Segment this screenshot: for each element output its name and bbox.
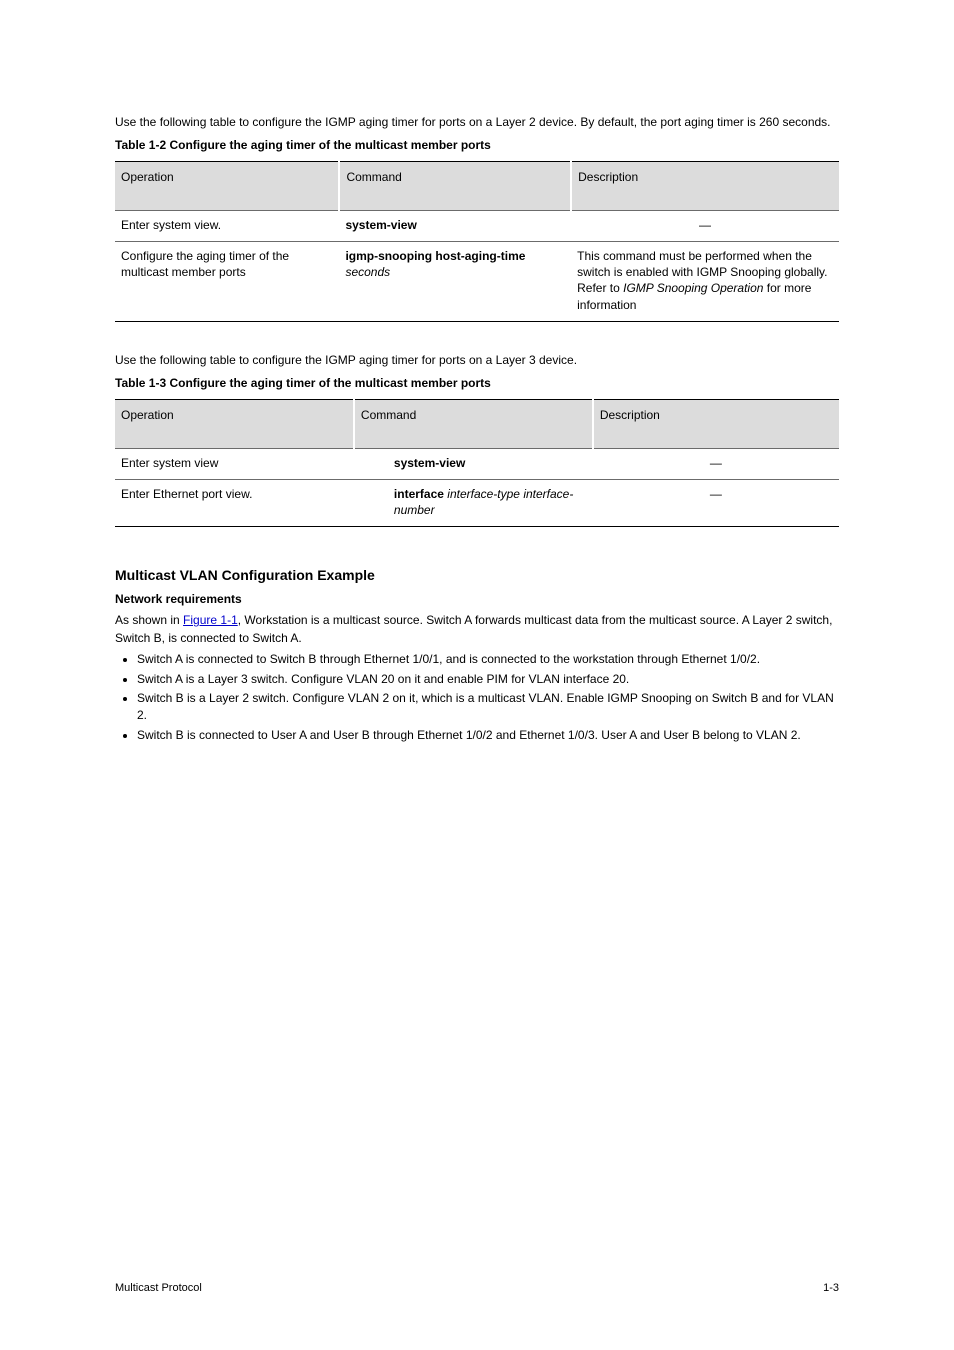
col-operation: Operation	[115, 399, 354, 448]
col-description: Description	[571, 161, 839, 210]
table-row: Configure the aging timer of the multica…	[115, 241, 839, 321]
col-description: Description	[593, 399, 839, 448]
cell-description: —	[593, 448, 839, 479]
bullets: Switch A is connected to Switch B throug…	[137, 651, 839, 744]
col-command: Command	[339, 161, 571, 210]
network-requirements-body: As shown in Figure 1-1, Workstation is a…	[115, 612, 839, 647]
cell-description: —	[571, 210, 839, 241]
intro-text-2: Use the following table to configure the…	[115, 352, 839, 369]
network-requirements-heading: Network requirements	[115, 591, 839, 608]
list-item: Switch A is a Layer 3 switch. Configure …	[137, 671, 839, 688]
cell-operation: Enter system view	[115, 448, 354, 479]
table-2: Operation Command Description Enter syst…	[115, 161, 839, 322]
table-row: Enter Ethernet port view. interface inte…	[115, 479, 839, 526]
list-item: Switch A is connected to Switch B throug…	[137, 651, 839, 668]
cell-description: This command must be performed when the …	[571, 241, 839, 321]
cell-operation: Enter Ethernet port view.	[115, 479, 354, 526]
table-row: Enter system view. system-view —	[115, 210, 839, 241]
col-operation: Operation	[115, 161, 339, 210]
cell-operation: Enter system view.	[115, 210, 339, 241]
footer-text: Multicast Protocol	[115, 1282, 202, 1294]
cell-operation: Configure the aging timer of the multica…	[115, 241, 339, 321]
cell-description: —	[593, 479, 839, 526]
cell-command: system-view	[339, 210, 571, 241]
table-row: Enter system view system-view —	[115, 448, 839, 479]
table-header-row: Operation Command Description	[115, 161, 839, 210]
list-item: Switch B is a Layer 2 switch. Configure …	[137, 690, 839, 725]
page-number: 1-3	[823, 1282, 839, 1294]
table-3: Operation Command Description Enter syst…	[115, 399, 839, 528]
table-2-caption: Table 1-2 Configure the aging timer of t…	[115, 137, 839, 154]
cell-command: interface interface-type interface-numbe…	[354, 479, 593, 526]
figure-link[interactable]: Figure 1-1	[183, 613, 238, 627]
list-item: Switch B is connected to User A and User…	[137, 727, 839, 744]
config-example-heading: Multicast VLAN Configuration Example	[115, 567, 839, 583]
table-header-row: Operation Command Description	[115, 399, 839, 448]
cell-command: igmp-snooping host-aging-time seconds	[339, 241, 571, 321]
col-command: Command	[354, 399, 593, 448]
intro-text-1: Use the following table to configure the…	[115, 114, 839, 131]
table-3-caption: Table 1-3 Configure the aging timer of t…	[115, 375, 839, 392]
cell-command: system-view	[354, 448, 593, 479]
